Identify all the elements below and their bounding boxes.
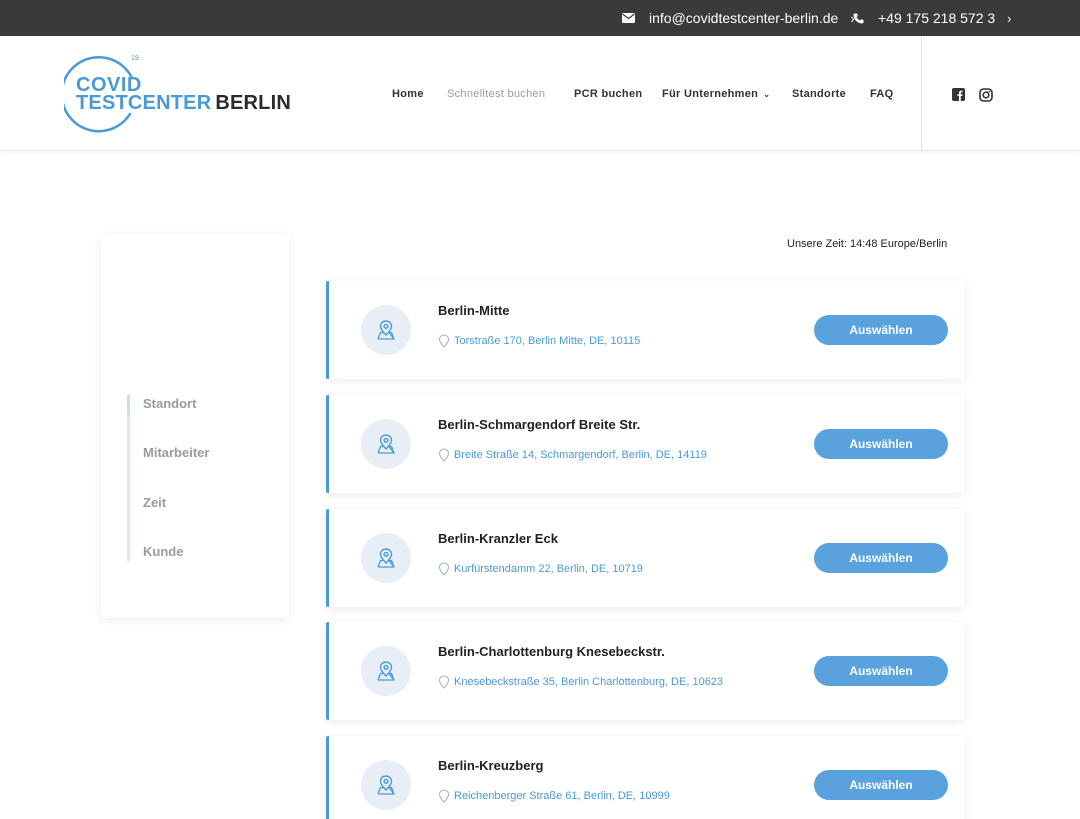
phone-link[interactable]: +49 175 218 572 3 › (853, 0, 1012, 36)
chevron-right-icon: › (1007, 10, 1012, 26)
location-address-row: Kurfürstendamm 22, Berlin, DE, 10719 (438, 562, 643, 576)
site-header: 19 COVID TESTCENTER BERLIN Home Schnellte… (0, 36, 1080, 151)
location-icon-badge (361, 646, 411, 696)
select-location-button[interactable]: Auswählen (814, 315, 948, 345)
step-zeit[interactable]: Zeit (143, 495, 166, 510)
location-card: Berlin-Mitte Torstraße 170, Berlin Mitte… (326, 281, 964, 379)
location-address: Kurfürstendamm 22, Berlin, DE, 10719 (454, 563, 643, 575)
location-address: Breite Straße 14, Schmargendorf, Berlin,… (454, 449, 707, 461)
site-logo[interactable]: 19 COVID TESTCENTER BERLIN (64, 52, 291, 134)
location-address: Knesebeckstraße 35, Berlin Charlottenbur… (454, 676, 724, 688)
location-icon-badge (361, 533, 411, 583)
header-divider (921, 36, 922, 151)
booking-steps-panel: Standort Mitarbeiter Zeit Kunde (101, 234, 289, 618)
location-name: Berlin-Kreuzberg (438, 758, 544, 773)
logo-berlin: BERLIN (215, 92, 291, 114)
step-kunde[interactable]: Kunde (143, 544, 183, 559)
map-marker-outline-icon (438, 789, 450, 803)
nav-schnelltest-buchen[interactable]: Schnelltest buchen (447, 88, 545, 100)
phone-icon (853, 13, 864, 23)
location-name: Berlin-Kranzler Eck (438, 531, 558, 546)
map-marker-outline-icon (438, 448, 450, 462)
map-marker-outline-icon (438, 334, 450, 348)
map-pin-icon (377, 775, 395, 795)
chevron-down-icon: ⌄ (763, 89, 771, 99)
instagram-icon[interactable] (979, 88, 993, 102)
location-icon-badge (361, 760, 411, 810)
select-location-button[interactable]: Auswählen (814, 656, 948, 686)
envelope-icon (622, 13, 635, 23)
location-address: Torstraße 170, Berlin Mitte, DE, 10115 (454, 335, 641, 347)
select-location-button[interactable]: Auswählen (814, 429, 948, 459)
map-marker-outline-icon (438, 675, 450, 689)
nav-faq[interactable]: FAQ (870, 88, 894, 100)
location-name: Berlin-Mitte (438, 303, 510, 318)
nav-standorte[interactable]: Standorte (792, 88, 846, 100)
phone-text: +49 175 218 572 3 (878, 10, 996, 26)
location-address-row: Breite Straße 14, Schmargendorf, Berlin,… (438, 448, 707, 462)
logo-testcenter: TESTCENTER (76, 92, 212, 114)
location-name: Berlin-Charlottenburg Knesebeckstr. (438, 644, 665, 659)
step-mitarbeiter[interactable]: Mitarbeiter (143, 445, 209, 460)
active-step-marker (127, 395, 130, 415)
logo-line2: TESTCENTER BERLIN (76, 92, 291, 115)
email-link[interactable]: info@covidtestcenter-berlin.de › (622, 0, 855, 36)
steps-list: Standort Mitarbeiter Zeit Kunde (127, 395, 277, 561)
location-address-row: Reichenberger Straße 61, Berlin, DE, 109… (438, 789, 670, 803)
nav-pcr-buchen[interactable]: PCR buchen (574, 88, 642, 100)
map-pin-icon (377, 434, 395, 454)
location-card: Berlin-Schmargendorf Breite Str. Breite … (326, 395, 964, 493)
step-standort[interactable]: Standort (143, 396, 196, 411)
location-card: Berlin-Charlottenburg Knesebeckstr. Knes… (326, 622, 964, 720)
location-icon-badge (361, 305, 411, 355)
map-pin-icon (377, 320, 395, 340)
current-time: Unsere Zeit: 14:48 Europe/Berlin (787, 238, 948, 250)
nav-home[interactable]: Home (392, 88, 424, 100)
logo-superscript: 19 (131, 55, 139, 62)
location-card: Berlin-Kreuzberg Reichenberger Straße 61… (326, 736, 964, 819)
map-pin-icon (377, 661, 395, 681)
facebook-icon[interactable] (952, 88, 965, 101)
nav-fuer-unternehmen[interactable]: Für Unternehmen ⌄ (662, 88, 770, 100)
select-location-button[interactable]: Auswählen (814, 770, 948, 800)
location-card: Berlin-Kranzler Eck Kurfürstendamm 22, B… (326, 509, 964, 607)
nav-fuer-unternehmen-label: Für Unternehmen (662, 87, 759, 100)
email-text: info@covidtestcenter-berlin.de (649, 10, 839, 26)
map-pin-icon (377, 548, 395, 568)
location-address-row: Torstraße 170, Berlin Mitte, DE, 10115 (438, 334, 640, 348)
location-address-row: Knesebeckstraße 35, Berlin Charlottenbur… (438, 675, 723, 689)
location-name: Berlin-Schmargendorf Breite Str. (438, 417, 641, 432)
top-bar: info@covidtestcenter-berlin.de › +49 175… (0, 0, 1080, 36)
location-icon-badge (361, 419, 411, 469)
map-marker-outline-icon (438, 562, 450, 576)
location-address: Reichenberger Straße 61, Berlin, DE, 109… (454, 790, 670, 802)
select-location-button[interactable]: Auswählen (814, 543, 948, 573)
